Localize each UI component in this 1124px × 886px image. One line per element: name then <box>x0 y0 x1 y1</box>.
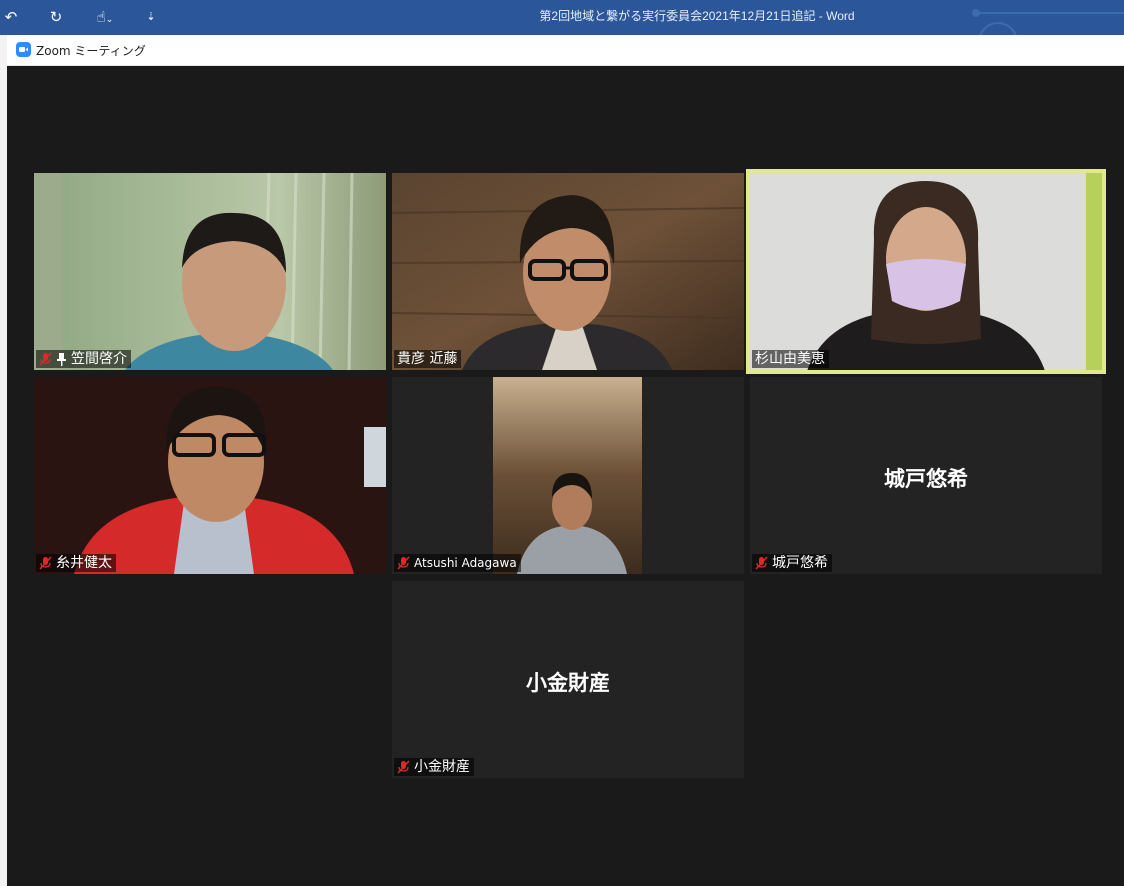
participant-name: 笠間啓介 <box>71 351 127 367</box>
muted-mic-icon <box>397 556 410 570</box>
pin-icon <box>57 352 66 366</box>
participant-name-tag: 杉山由美恵 <box>752 350 829 368</box>
participant-name: 貴彦 近藤 <box>397 351 458 367</box>
participant-name: Atsushi Adagawa <box>414 556 517 570</box>
title-bar-decoration-dot <box>972 9 980 17</box>
participant-video <box>746 169 1106 374</box>
muted-mic-icon <box>397 760 410 774</box>
word-title-bar: ↶ ↻ ☝⌄ ⇣ 第2回地域と繋がる実行委員会2021年12月21日追記 - W… <box>0 0 1124 62</box>
zoom-window-title: Zoom ミーティング <box>36 44 146 58</box>
participant-name-tag: 城戸悠希 <box>752 554 832 572</box>
participant-name-tag: 笠間啓介 <box>36 350 131 368</box>
participant-display-name: 小金財産 <box>526 671 610 695</box>
zoom-logo-icon <box>16 42 31 57</box>
video-tile[interactable]: 笠間啓介 <box>34 173 386 370</box>
participant-name-tag: 糸井健太 <box>36 554 116 572</box>
title-bar-decoration <box>975 12 1124 14</box>
participant-video <box>392 173 744 370</box>
participant-name-tag: 貴彦 近藤 <box>394 350 462 368</box>
video-tile[interactable]: Atsushi Adagawa <box>392 377 744 574</box>
zoom-meeting-window: Zoom ミーティング 笠間啓介 貴彦 近藤 杉山由美恵 糸井健太 Atsush… <box>7 35 1124 886</box>
participant-video <box>34 173 386 370</box>
video-tile[interactable]: 貴彦 近藤 <box>392 173 744 370</box>
zoom-title-bar: Zoom ミーティング <box>7 35 1124 66</box>
muted-mic-icon <box>39 556 52 570</box>
background-window-edge <box>0 35 7 886</box>
video-tile-active-speaker[interactable]: 杉山由美恵 <box>746 169 1106 374</box>
participant-name: 城戸悠希 <box>772 555 828 571</box>
participant-name: 糸井健太 <box>56 555 112 571</box>
document-title: 第2回地域と繋がる実行委員会2021年12月21日追記 - Word <box>539 9 855 23</box>
video-tile-no-video[interactable]: 小金財産 小金財産 <box>392 581 744 778</box>
video-tile[interactable]: 糸井健太 <box>34 377 386 574</box>
video-tile-no-video[interactable]: 城戸悠希 城戸悠希 <box>750 377 1102 574</box>
participant-display-name: 城戸悠希 <box>884 467 968 491</box>
participant-video <box>392 377 744 574</box>
participant-name: 杉山由美恵 <box>755 351 825 367</box>
participant-name-tag: 小金財産 <box>394 758 474 776</box>
participant-video <box>34 377 386 574</box>
muted-mic-icon <box>39 352 52 366</box>
participant-name: 小金財産 <box>414 759 470 775</box>
muted-mic-icon <box>755 556 768 570</box>
participant-name-tag: Atsushi Adagawa <box>394 554 521 572</box>
